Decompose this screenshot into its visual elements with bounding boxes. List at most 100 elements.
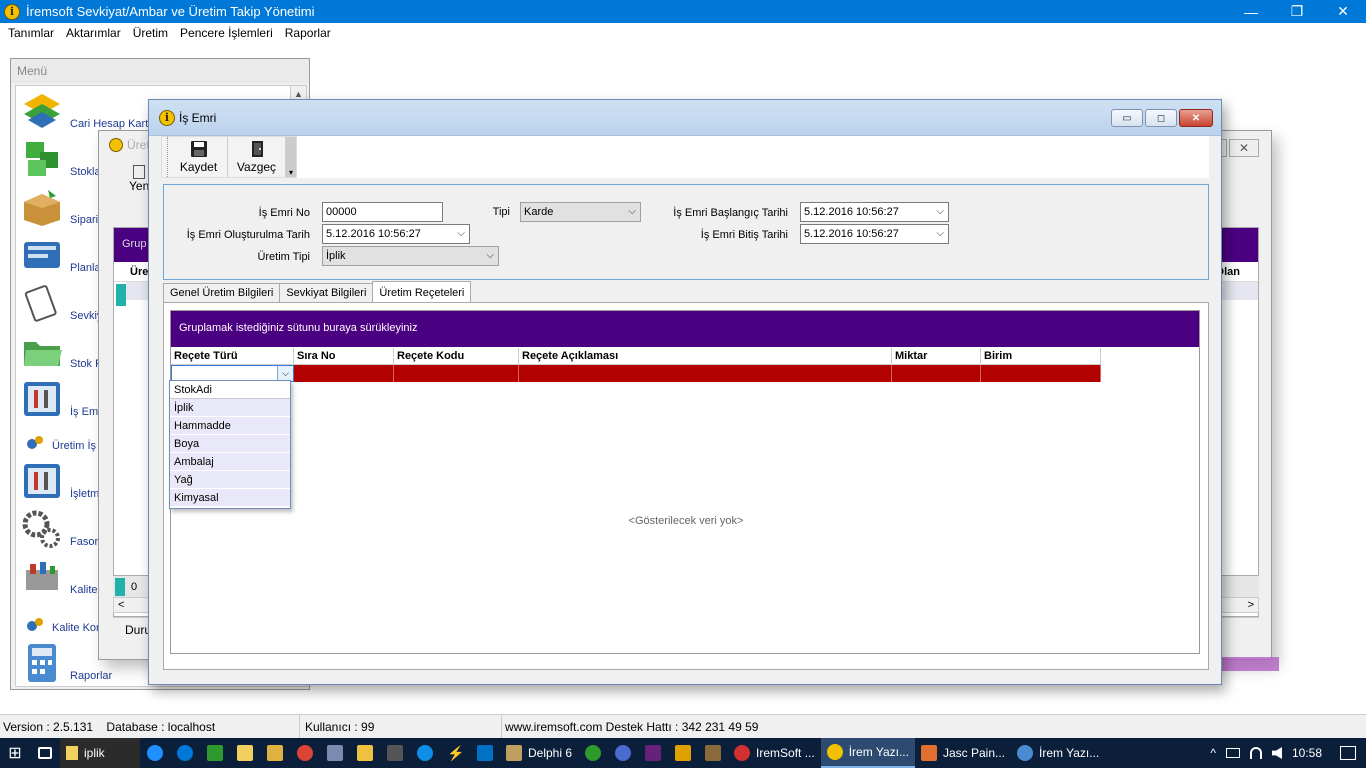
statusbar-contact: www.iremsoft.com Destek Hattı : 342 231 …	[505, 720, 759, 734]
taskbar-app-visual-studio[interactable]	[638, 738, 668, 768]
column-header-miktar[interactable]: Miktar	[892, 348, 981, 365]
taskbar-app-notes[interactable]	[230, 738, 260, 768]
grid-group-area[interactable]: Gruplamak istediğiniz sütunu buraya sürü…	[171, 311, 1199, 347]
olusturulma-tarihi-picker[interactable]: 5.12.2016 10:56:27 ⌵	[322, 224, 470, 244]
taskbar-item-irem-yazilim-1[interactable]: İrem Yazı...	[820, 738, 915, 768]
grid-new-row[interactable]: ⌵	[171, 365, 1101, 382]
taskbar-app-outlook[interactable]	[470, 738, 500, 768]
taskbar-app-calculator[interactable]	[380, 738, 410, 768]
tab-sevkiyat-bilgileri[interactable]: Sevkiyat Bilgileri	[279, 283, 374, 302]
is-emri-minimize-button[interactable]: ▭	[1111, 109, 1143, 127]
birim-cell[interactable]	[981, 365, 1101, 382]
bitis-tarihi-picker[interactable]: 5.12.2016 10:56:27 ⌵	[800, 224, 949, 244]
miktar-cell[interactable]	[892, 365, 981, 382]
taskbar-app-shield[interactable]	[200, 738, 230, 768]
menu-entry-label: Cari Hesap Kart	[70, 118, 149, 130]
taskbar-app-ie[interactable]	[140, 738, 170, 768]
taskbar-app-tools[interactable]	[668, 738, 698, 768]
cari-hesap-icon	[24, 94, 60, 128]
column-header-sira-no[interactable]: Sıra No	[294, 348, 394, 365]
uretim-window-close-button[interactable]: ✕	[1229, 139, 1259, 157]
start-button[interactable]: ⊞	[0, 738, 30, 768]
uretim-new-button[interactable]: Yen	[111, 165, 151, 205]
dropdown-option-ambalaj[interactable]: Ambalaj	[170, 453, 290, 471]
recete-aciklamasi-cell[interactable]	[519, 365, 892, 382]
taskbar-item-iremsoft[interactable]: IremSoft ...	[728, 738, 821, 768]
wifi-icon[interactable]	[1249, 747, 1262, 759]
menu-tanimlar[interactable]: Tanımlar	[2, 26, 60, 40]
lightning-icon: ⚡	[447, 745, 465, 761]
taskbar: ⊞ iplik ⚡ Delphi 6 IremSoft ... İrem Yaz…	[0, 738, 1366, 768]
network-status-icon[interactable]	[1225, 748, 1240, 758]
is-emri-no-input[interactable]: 00000	[322, 202, 443, 222]
chevron-down-icon: ⌵	[936, 206, 944, 217]
is-emri-form: İş Emri No 00000 Tipi Karde ⌵ İş Emri Ba…	[163, 184, 1209, 280]
toolbar-overflow-button[interactable]: ▾	[286, 137, 296, 177]
clipboard-icon	[24, 285, 57, 322]
task-view-button[interactable]	[30, 738, 60, 768]
minimize-button[interactable]: —	[1228, 0, 1274, 23]
column-header-recete-turu[interactable]: Reçete Türü	[171, 348, 294, 365]
dropdown-option-yag[interactable]: Yağ	[170, 471, 290, 489]
taskbar-app-green[interactable]	[578, 738, 608, 768]
toolbar-background	[293, 136, 1209, 178]
taskbar-item-label: Jasc Pain...	[942, 746, 1005, 760]
is-emri-tabs: Genel Üretim Bilgileri Sevkiyat Bilgiler…	[163, 281, 472, 303]
column-header-recete-kodu[interactable]: Reçete Kodu	[394, 348, 519, 365]
visual-studio-icon	[645, 745, 662, 761]
baslangic-tarihi-picker[interactable]: 5.12.2016 10:56:27 ⌵	[800, 202, 949, 222]
dropdown-option-iplik[interactable]: İplik	[170, 399, 290, 417]
chevron-down-icon[interactable]: ⌵	[277, 366, 293, 381]
taskbar-app-lightning[interactable]: ⚡	[440, 738, 470, 768]
calculator-icon	[28, 644, 56, 682]
column-header-recete-aciklamasi[interactable]: Reçete Açıklaması	[519, 348, 892, 365]
quality-toolbox-icon	[26, 562, 58, 590]
taskbar-item-irem-yazilim-2[interactable]: İrem Yazı...	[1011, 738, 1105, 768]
save-button[interactable]: Kaydet	[170, 137, 228, 177]
dropdown-option-boya[interactable]: Boya	[170, 435, 290, 453]
dropdown-option-kimyasal[interactable]: Kimyasal	[170, 489, 290, 507]
tipi-select[interactable]: Karde ⌵	[520, 202, 641, 222]
toolbar-grip[interactable]	[162, 137, 168, 177]
is-emri-maximize-button[interactable]: ◻	[1145, 109, 1177, 127]
menu-aktarimlar[interactable]: Aktarımlar	[60, 26, 127, 40]
show-hidden-icons-button[interactable]: ^	[1210, 746, 1216, 760]
notifications-icon[interactable]	[1340, 746, 1356, 760]
statusbar-version-db: Version : 2.5.131 Database : localhost	[0, 715, 300, 739]
taskbar-app-folder[interactable]	[260, 738, 290, 768]
taskbar-app-edge[interactable]	[170, 738, 200, 768]
taskbar-app-explorer[interactable]	[350, 738, 380, 768]
outlook-icon	[477, 745, 493, 761]
taskbar-item-delphi[interactable]: Delphi 6	[500, 738, 578, 768]
scroll-left-icon[interactable]: <	[118, 598, 124, 612]
shield-icon	[207, 745, 223, 761]
column-header-birim[interactable]: Birim	[981, 348, 1101, 365]
taskbar-app-chat[interactable]	[608, 738, 638, 768]
scroll-right-icon[interactable]: >	[1248, 598, 1254, 612]
volume-icon[interactable]	[1271, 747, 1282, 759]
menu-entry-label: Sipari	[70, 214, 99, 226]
is-emri-close-button[interactable]: ✕	[1179, 109, 1213, 127]
app-titlebar: i İremsoft Sevkiyat/Ambar ve Üretim Taki…	[0, 0, 1366, 23]
close-button[interactable]: ✕	[1320, 0, 1366, 23]
menu-uretim[interactable]: Üretim	[127, 26, 174, 40]
tab-genel-uretim-bilgileri[interactable]: Genel Üretim Bilgileri	[163, 283, 281, 302]
menu-raporlar[interactable]: Raporlar	[279, 26, 337, 40]
menu-pencere-islemleri[interactable]: Pencere İşlemleri	[174, 26, 279, 40]
taskbar-item-jasc-paint[interactable]: Jasc Pain...	[915, 738, 1011, 768]
taskbar-search[interactable]: iplik	[60, 738, 140, 768]
taskbar-app-archive[interactable]	[698, 738, 728, 768]
notes-icon	[237, 745, 253, 761]
taskbar-app-teamviewer[interactable]	[410, 738, 440, 768]
sira-no-cell[interactable]	[294, 365, 394, 382]
maximize-button[interactable]: ❐	[1274, 0, 1320, 23]
recete-kodu-cell[interactable]	[394, 365, 519, 382]
dropdown-option-hammadde[interactable]: Hammadde	[170, 417, 290, 435]
uretim-tipi-value: İplik	[326, 250, 346, 262]
taskbar-app-chrome[interactable]	[290, 738, 320, 768]
uretim-tipi-select[interactable]: İplik ⌵	[322, 246, 499, 266]
cancel-button[interactable]: Vazgeç	[228, 137, 286, 177]
tab-uretim-receteleri[interactable]: Üretim Reçeteleri	[372, 281, 472, 302]
taskbar-clock[interactable]: 10:58	[1292, 746, 1322, 760]
taskbar-app-network[interactable]	[320, 738, 350, 768]
